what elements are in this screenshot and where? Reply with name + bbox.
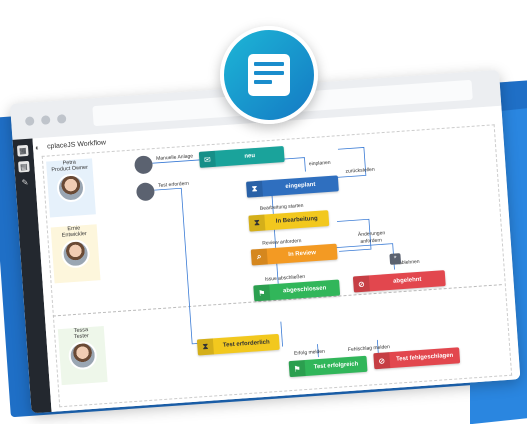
search-icon: ⌕ xyxy=(250,248,268,266)
hourglass-icon: ⧗ xyxy=(245,180,264,198)
block-icon: ⊘ xyxy=(373,352,391,370)
hourglass-icon: ⧗ xyxy=(196,338,214,356)
node-label: abgeschlossen xyxy=(282,285,327,295)
node-label: In Review xyxy=(288,250,317,258)
block-icon: ⊘ xyxy=(352,275,370,293)
window-dot-2[interactable] xyxy=(40,115,51,125)
node-label: abgelehnt xyxy=(392,276,422,285)
workflow-canvas: ◐ cplaceJS Workflow Petra Product Owner … xyxy=(32,105,521,414)
flag-icon: ⚑ xyxy=(253,284,271,302)
asterisk-icon[interactable]: * xyxy=(389,253,402,265)
form-line xyxy=(254,62,284,66)
form-line xyxy=(254,71,284,75)
hourglass-icon: ⧗ xyxy=(248,214,266,232)
app-badge xyxy=(220,26,318,124)
node-label: In Bearbeitung xyxy=(275,215,318,225)
form-line xyxy=(254,80,272,84)
node-label: neu xyxy=(244,153,256,160)
document-icon[interactable]: ▤ xyxy=(18,160,30,173)
form-card-icon xyxy=(248,54,290,96)
grid-icon[interactable]: ▦ xyxy=(16,144,29,157)
node-label: Test erfolgreich xyxy=(313,361,359,371)
inbox-icon: ✉ xyxy=(198,150,216,168)
window-dot-3[interactable] xyxy=(56,114,67,124)
flag-icon: ⚑ xyxy=(288,360,306,378)
window-dot-1[interactable] xyxy=(24,116,35,126)
wrench-icon[interactable]: ✎ xyxy=(19,177,31,189)
node-label: Test fehlgeschlagen xyxy=(395,352,454,363)
node-label: Test erforderlich xyxy=(222,339,270,349)
node-label: eingeplant xyxy=(285,181,316,190)
